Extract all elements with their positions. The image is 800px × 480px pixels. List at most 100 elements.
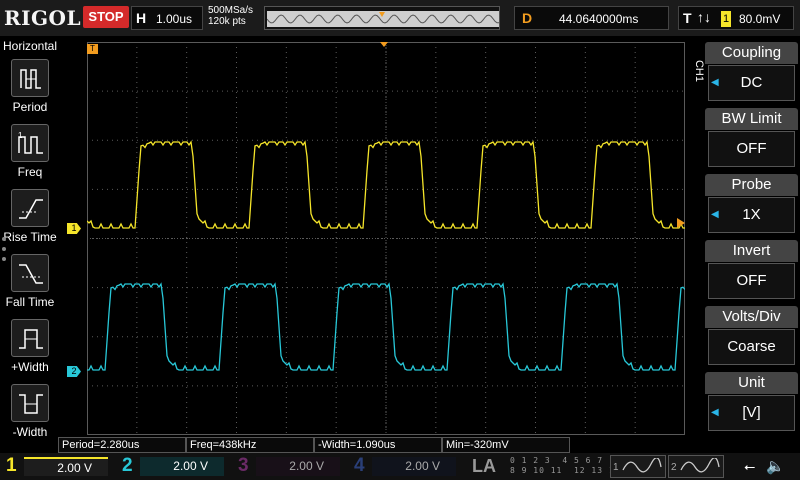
invert-value-box[interactable]: OFF (708, 263, 795, 299)
measure-period-button[interactable]: Period (0, 57, 60, 121)
unit-menu-item[interactable]: Unit ◀ [V] (703, 370, 800, 436)
invert-menu-item[interactable]: Invert OFF (703, 238, 800, 304)
ch2-number: 2 (122, 455, 133, 476)
sample-rate: 500MSa/s (208, 5, 254, 16)
bottom-channel-bar: 1 2.00 V 2 2.00 V 3 2.00 V 4 2.00 V LA 0… (0, 453, 800, 480)
timebase-value: 1.00us (156, 12, 193, 26)
measurement-results-bar: Period=2.280us Freq=438kHz -Width=1.090u… (58, 437, 698, 453)
ch3-indicator[interactable]: 3 2.00 V (232, 455, 347, 478)
memory-overview-bar[interactable] (264, 6, 500, 30)
probe-value: 1X (742, 206, 761, 223)
ch3-number: 3 (238, 455, 249, 476)
probe-title: Probe (705, 174, 798, 196)
freq-icon: 1 (11, 124, 49, 162)
invert-title: Invert (705, 240, 798, 262)
measure-fall-time-label: Fall Time (5, 295, 55, 309)
generator-1-indicator[interactable]: 1 (610, 455, 666, 478)
top-status-bar: RIGOL STOP H 1.00us 500MSa/s 120k pts D … (0, 0, 800, 36)
la-label: LA (472, 456, 496, 476)
ch1-offset-marker[interactable]: 1 (67, 223, 81, 234)
volts-div-value: Coarse (727, 338, 776, 355)
ch2-scale: 2.00 V (140, 457, 224, 476)
ch2-offset-marker[interactable]: 2 (67, 366, 81, 377)
ch4-scale: 2.00 V (372, 457, 456, 476)
delay-readout[interactable]: D 44.0640000ms (514, 6, 669, 30)
coupling-value-box[interactable]: ◀ DC (708, 65, 795, 101)
menu-page-indicator (2, 237, 8, 267)
positive-width-icon (11, 319, 49, 357)
measure-freq-button[interactable]: 1 Freq (0, 122, 60, 186)
bw-limit-value: OFF (736, 140, 767, 157)
measure-positive-width-button[interactable]: +Width (0, 317, 60, 381)
brand-logo: RIGOL (4, 6, 82, 30)
measure-positive-width-label: +Width (11, 360, 49, 374)
trigger-edge-icon: ↑↓ (697, 9, 711, 25)
volts-div-value-box[interactable]: Coarse (708, 329, 795, 365)
measurement-min[interactable]: Min=-320mV (442, 437, 570, 453)
volts-div-menu-item[interactable]: Volts/Div Coarse (703, 304, 800, 370)
usb-icon: ⭠ (744, 458, 756, 474)
ch1-indicator[interactable]: 1 2.00 V (0, 455, 115, 478)
ch1-waveform (87, 140, 685, 229)
chevron-left-icon: ◀ (711, 77, 719, 88)
svg-text:1: 1 (18, 131, 23, 140)
generator-2-indicator[interactable]: 2 (668, 455, 724, 478)
bw-limit-title: BW Limit (705, 108, 798, 130)
measurement-freq[interactable]: Freq=438kHz (186, 437, 314, 453)
rise-time-icon (11, 189, 49, 227)
measure-rise-time-label: Rise Time (3, 230, 57, 244)
chevron-left-icon: ◀ (711, 407, 719, 418)
coupling-title: Coupling (705, 42, 798, 64)
unit-value-box[interactable]: ◀ [V] (708, 395, 795, 431)
delay-letter: D (522, 10, 533, 26)
chevron-left-icon: ◀ (711, 209, 719, 220)
channel-settings-menu: CH1 Coupling ◀ DC BW Limit OFF Probe ◀ 1X … (693, 37, 800, 437)
trigger-level-marker (677, 218, 685, 228)
ch1-scale: 2.00 V (24, 457, 108, 476)
bw-limit-value-box[interactable]: OFF (708, 131, 795, 167)
measure-negative-width-label: -Width (12, 425, 48, 439)
coupling-menu-item[interactable]: Coupling ◀ DC (703, 40, 800, 106)
ch4-indicator[interactable]: 4 2.00 V (348, 455, 463, 478)
memory-waveform-icon (267, 11, 499, 27)
delay-value: 44.0640000ms (559, 12, 639, 26)
timebase-readout[interactable]: H 1.00us (131, 6, 203, 30)
trigger-time-marker[interactable]: T (87, 44, 98, 54)
trigger-position-marker (380, 42, 388, 47)
probe-menu-item[interactable]: Probe ◀ 1X (703, 172, 800, 238)
measure-period-label: Period (12, 100, 48, 114)
measure-rise-time-button[interactable]: Rise Time (0, 187, 60, 251)
ch3-scale: 2.00 V (256, 457, 340, 476)
volts-div-title: Volts/Div (705, 306, 798, 328)
speaker-muted-icon[interactable]: 🔈 (766, 457, 785, 475)
horizontal-letter: H (136, 10, 147, 26)
unit-title: Unit (705, 372, 798, 394)
ch2-indicator[interactable]: 2 2.00 V (116, 455, 231, 478)
run-stop-status[interactable]: STOP (83, 6, 129, 28)
trigger-letter: T (683, 10, 692, 26)
measurement-negative-width[interactable]: -Width=1.090us (314, 437, 442, 453)
bw-limit-menu-item[interactable]: BW Limit OFF (703, 106, 800, 172)
logic-analyzer-indicator[interactable]: LA 0 1 2 3 4 5 6 7 8 9 10 11 12 13 14 15 (466, 455, 637, 478)
waveform-canvas (87, 42, 685, 435)
memory-depth: 120k pts (208, 16, 246, 27)
negative-width-icon (11, 384, 49, 422)
ch1-number: 1 (6, 455, 17, 476)
sine-wave-icon (622, 458, 662, 473)
measure-negative-width-button[interactable]: -Width (0, 382, 60, 446)
fall-time-icon (11, 254, 49, 292)
measurement-period[interactable]: Period=2.280us (58, 437, 186, 453)
acquisition-info: 500MSa/s 120k pts (208, 5, 253, 27)
menu-title: Horizontal (2, 39, 58, 53)
trigger-readout[interactable]: T ↑↓ 1 80.0mV (678, 6, 794, 30)
trigger-level: 80.0mV (739, 12, 781, 26)
coupling-value: DC (740, 74, 763, 91)
horizontal-measure-menu: Horizontal Period 1 Freq Rise Time Fall … (0, 37, 60, 439)
probe-value-box[interactable]: ◀ 1X (708, 197, 795, 233)
trigger-channel-badge: 1 (721, 11, 731, 27)
waveform-display[interactable]: T (87, 42, 685, 435)
measure-fall-time-button[interactable]: Fall Time (0, 252, 60, 316)
sine-wave-icon (680, 458, 720, 473)
period-icon (11, 59, 49, 97)
ch4-number: 4 (354, 455, 365, 476)
